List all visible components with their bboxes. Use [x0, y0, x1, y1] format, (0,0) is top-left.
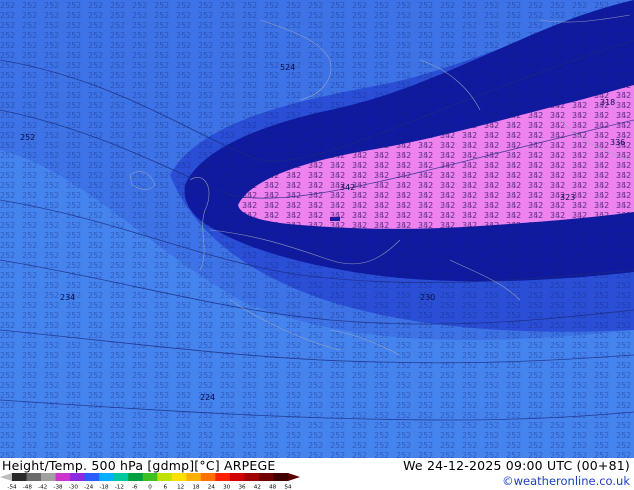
scale-tick-label: 30 [223, 485, 231, 490]
color-scale: -54 -48 -42 -38 -30 -24 -18 -12 -6 0 6 12 18 24 30 36 42… [0, 473, 300, 490]
scale-swatch [200, 473, 216, 481]
credit-link[interactable]: ©weatheronline.co.uk [502, 474, 630, 488]
scale-tick-label: -48 [23, 485, 33, 490]
scale-swatch [186, 473, 202, 481]
scale-swatch [171, 473, 187, 481]
scale-tick-label: 42 [254, 485, 261, 490]
contour-label: 318 [600, 98, 615, 107]
scale-tick-label: -18 [99, 485, 109, 490]
map-canvas: 252 342 342 [0, 0, 634, 458]
scale-swatch [128, 473, 144, 481]
scale-tick-label: -54 [7, 485, 17, 490]
scale-tick-label: -38 [53, 485, 63, 490]
contour-label: 224 [200, 393, 215, 402]
scale-tick-label: -12 [115, 485, 124, 490]
scale-tick-label: 54 [284, 485, 292, 490]
scale-left-arrow [0, 473, 12, 481]
valid-time: We 24-12-2025 09:00 UTC (00+81) [403, 458, 630, 473]
contour-label: 252 [20, 133, 35, 142]
weather-map: 252 342 342 [0, 0, 634, 458]
contour-label: 342 [340, 183, 355, 192]
map-title: Height/Temp. 500 hPa [gdmp][°C] ARPEGE [2, 458, 276, 473]
scale-swatch [258, 473, 274, 481]
scale-tick-label: 36 [238, 485, 246, 490]
scale-tick-label: 12 [177, 485, 184, 490]
texture-overlay [0, 0, 634, 458]
scale-tick-label: -30 [69, 485, 79, 490]
scale-tick-label: 18 [192, 485, 200, 490]
scale-swatch [229, 473, 245, 481]
scale-swatch [113, 473, 129, 481]
scale-tick-label: 6 [164, 485, 168, 490]
contour-label: 230 [420, 293, 435, 302]
scale-tick-label: -24 [84, 485, 94, 490]
scale-swatch [55, 473, 71, 481]
scale-tick-label: -6 [132, 485, 138, 490]
scale-tick-label: 0 [148, 485, 152, 490]
scale-swatch [70, 473, 86, 481]
scale-swatches [12, 473, 289, 481]
contour-label: 234 [60, 293, 75, 302]
scale-swatch [273, 473, 289, 481]
scale-tick-label: 24 [208, 485, 216, 490]
scale-tick-label: 48 [269, 485, 277, 490]
scale-ticks: -54 -48 -42 -38 -30 -24 -18 -12 -6 0 6 12 18 24 30 36 42… [7, 485, 292, 490]
scale-swatch [84, 473, 100, 481]
scale-swatch [215, 473, 231, 481]
scale-swatch [26, 473, 42, 481]
location-marker [330, 217, 340, 221]
scale-right-arrow [288, 473, 300, 481]
scale-swatch [244, 473, 260, 481]
contour-label: 524 [280, 63, 295, 72]
scale-tick-label: -42 [38, 485, 47, 490]
scale-swatch [157, 473, 173, 481]
scale-swatch [41, 473, 57, 481]
scale-swatch [99, 473, 115, 481]
contour-label: 323 [560, 193, 575, 202]
scale-swatch [142, 473, 158, 481]
scale-swatch [12, 473, 28, 481]
contour-label: 336 [610, 138, 625, 147]
